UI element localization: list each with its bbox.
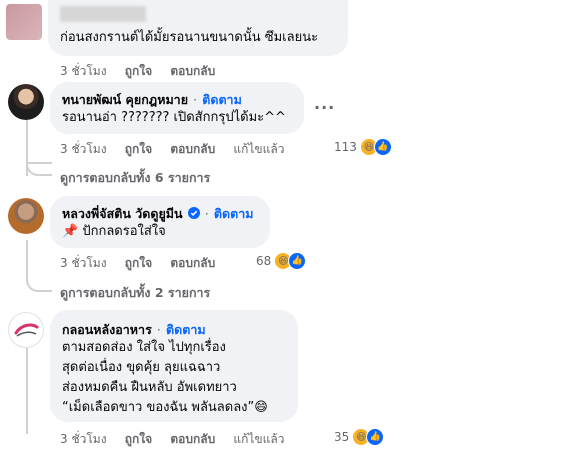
reply-connector [26, 344, 28, 434]
avatar[interactable] [8, 198, 44, 234]
like-button[interactable]: ถูกใจ [125, 256, 152, 270]
like-button[interactable]: ถูกใจ [125, 64, 152, 78]
comment-time[interactable]: 3 ชั่วโมง [60, 142, 107, 156]
blurred-commenter-name[interactable] [60, 6, 146, 22]
reply-button[interactable]: ตอบกลับ [170, 256, 215, 270]
comment-actions: 3 ชั่วโมง ถูกใจ ตอบกลับ แก้ไขแล้ว [60, 140, 298, 159]
verified-badge-icon [187, 207, 200, 219]
reaction-count: 35 [334, 430, 350, 444]
view-replies-link[interactable]: ดูการตอบกลับทั้ง 6 รายการ [60, 168, 210, 188]
separator-dot: · [156, 322, 161, 337]
reply-connector [26, 150, 52, 176]
comment-time[interactable]: 3 ชั่วโมง [60, 432, 107, 446]
reaction-count: 68 [256, 254, 272, 268]
reaction-count: 113 [334, 140, 357, 154]
reply-button[interactable]: ตอบกลับ [170, 142, 215, 156]
comment-bubble: ทนายพัฒน์ คุยกฎหมาย · ติดตาม รอนานอ่า ??… [50, 82, 304, 134]
follow-button[interactable]: ติดตาม [166, 322, 206, 337]
edited-label: แก้ไขแล้ว [233, 432, 285, 446]
comment-time[interactable]: 3 ชั่วโมง [60, 256, 107, 270]
like-reaction-icon: 👍 [373, 138, 392, 156]
comment-bubble: หลวงพี่จัสติน วัดดูยูมีน · ติดตาม 📌 ปักก… [50, 196, 270, 248]
comment-text: รอนานอ่า ??????? เปิดสักกรุปได้มะ^^ [62, 110, 286, 125]
comment-line: ตามสอดส่อง ใส่ใจ ไปทุกเรื่อง [62, 340, 226, 355]
comment-line: “เม็ดเลือดขาว ของฉัน พลันลดลง”😄 [62, 400, 268, 415]
comment-actions: 3 ชั่วโมง ถูกใจ ตอบกลับ [60, 62, 229, 81]
reply-button[interactable]: ตอบกลับ [170, 64, 215, 78]
comment-line: ส่องหมดคืน ฝืนหลับ อัพเดทยาว [62, 380, 237, 395]
like-reaction-icon: 👍 [288, 252, 307, 270]
brush-logo-icon [14, 323, 39, 337]
reply-connector [26, 240, 52, 292]
like-button[interactable]: ถูกใจ [125, 142, 152, 156]
comment-bubble: ก่อนสงกรานต์ได้มั้ยรอนานขนาดนั้น ซึมเลยน… [48, 0, 348, 56]
separator-dot: · [204, 206, 209, 221]
comment-header: หลวงพี่จัสติน วัดดูยูมีน · ติดตาม [62, 203, 253, 224]
avatar[interactable] [8, 312, 44, 348]
like-button[interactable]: ถูกใจ [125, 432, 152, 446]
avatar[interactable] [8, 84, 44, 120]
view-replies-link[interactable]: ดูการตอบกลับทั้ง 2 รายการ [60, 283, 210, 303]
comment-time[interactable]: 3 ชั่วโมง [60, 64, 107, 78]
follow-button[interactable]: ติดตาม [214, 206, 254, 221]
comment-bubble: กลอนหลังอาหาร · ติดตาม ตามสอดส่อง ใส่ใจ … [50, 310, 298, 422]
more-options-icon[interactable]: ··· [314, 98, 335, 117]
comment-line: สุดต่อเนื่อง ขุดคุ้ย ลุยแฉฉาว [62, 360, 221, 375]
edited-label: แก้ไขแล้ว [233, 142, 285, 156]
comment-text: 📌 ปักกลดรอใส่ใจ [62, 224, 166, 239]
avatar[interactable] [6, 4, 42, 40]
separator-dot: · [193, 92, 198, 107]
reply-button[interactable]: ตอบกลับ [170, 432, 215, 446]
comment-text: ก่อนสงกรานต์ได้มั้ยรอนานขนาดนั้น ซึมเลยน… [60, 30, 319, 45]
comment-actions: 3 ชั่วโมง ถูกใจ ตอบกลับ [60, 254, 229, 273]
commenter-name[interactable]: หลวงพี่จัสติน วัดดูยูมีน [62, 206, 183, 221]
commenter-name[interactable]: กลอนหลังอาหาร [62, 322, 152, 337]
reaction-summary[interactable]: 35 😆 👍 [334, 428, 385, 446]
reaction-summary[interactable]: 113 😆 👍 [334, 138, 392, 156]
like-reaction-icon: 👍 [366, 428, 385, 446]
commenter-name[interactable]: ทนายพัฒน์ คุยกฎหมาย [62, 92, 188, 107]
comment-header: กลอนหลังอาหาร · ติดตาม [62, 319, 206, 340]
comment-header: ทนายพัฒน์ คุยกฎหมาย · ติดตาม [62, 89, 242, 110]
reaction-summary[interactable]: 68 😆 👍 [256, 252, 307, 270]
comment-actions: 3 ชั่วโมง ถูกใจ ตอบกลับ แก้ไขแล้ว [60, 430, 298, 449]
follow-button[interactable]: ติดตาม [202, 92, 242, 107]
